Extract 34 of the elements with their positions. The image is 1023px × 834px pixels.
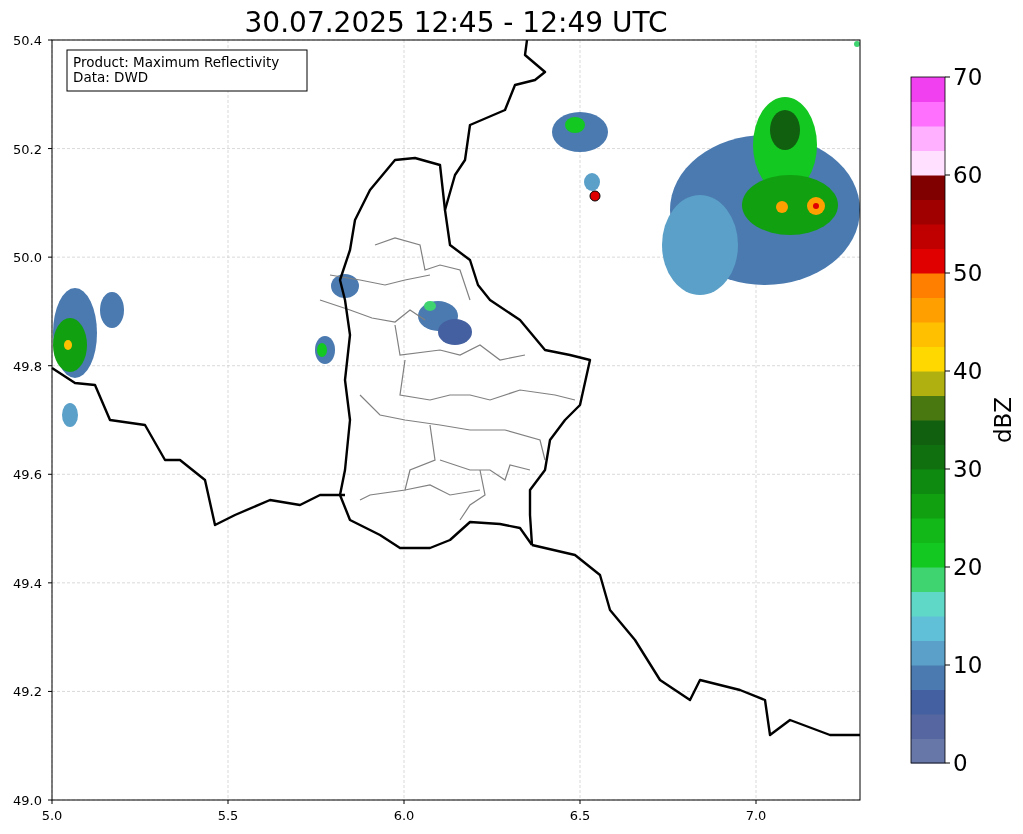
colorbar-label: 60 — [953, 162, 983, 188]
y-axis-label: 49.4 — [13, 575, 42, 591]
colorbar-label: 10 — [953, 652, 983, 678]
radar-echo — [552, 112, 608, 152]
colorbar-label: 0 — [953, 750, 968, 776]
colorbar-label: 20 — [953, 554, 983, 580]
y-axis-label: 50.0 — [13, 250, 42, 266]
colorbar-label: 40 — [953, 358, 983, 384]
x-axis-label: 6.0 — [393, 808, 415, 823]
radar-echo — [315, 336, 335, 364]
chart-title: 30.07.2025 12:45 - 12:49 UTC — [244, 6, 668, 39]
colorbar-title: dBZ — [990, 396, 1016, 444]
y-axis-label: 49.0 — [13, 793, 42, 808]
radar-echo — [418, 301, 472, 345]
radar-echo — [331, 274, 359, 298]
x-axis-label: 5.0 — [41, 808, 63, 823]
x-axis-label: 6.5 — [569, 808, 591, 823]
radar-echo — [854, 41, 860, 47]
location-dot-icon — [589, 190, 601, 202]
annotation-text: Data: DWD — [73, 69, 149, 85]
radar-echo — [100, 292, 124, 328]
y-axis-label: 49.2 — [13, 684, 42, 700]
annotation-text: Product: Maximum Reflectivity — [73, 54, 280, 70]
radar-echo — [62, 403, 78, 427]
colorbar-label: 30 — [953, 456, 983, 482]
colorbar-label: 50 — [953, 260, 983, 286]
y-axis-label: 50.4 — [13, 33, 42, 48]
radar-echo — [584, 173, 600, 191]
y-axis-label: 49.6 — [13, 467, 42, 483]
y-axis-label: 50.2 — [13, 141, 42, 157]
x-axis-label: 7.0 — [745, 808, 767, 823]
colorbar-label: 70 — [953, 64, 983, 90]
x-axis-label: 5.5 — [217, 808, 239, 823]
y-axis-label: 49.8 — [13, 358, 42, 374]
